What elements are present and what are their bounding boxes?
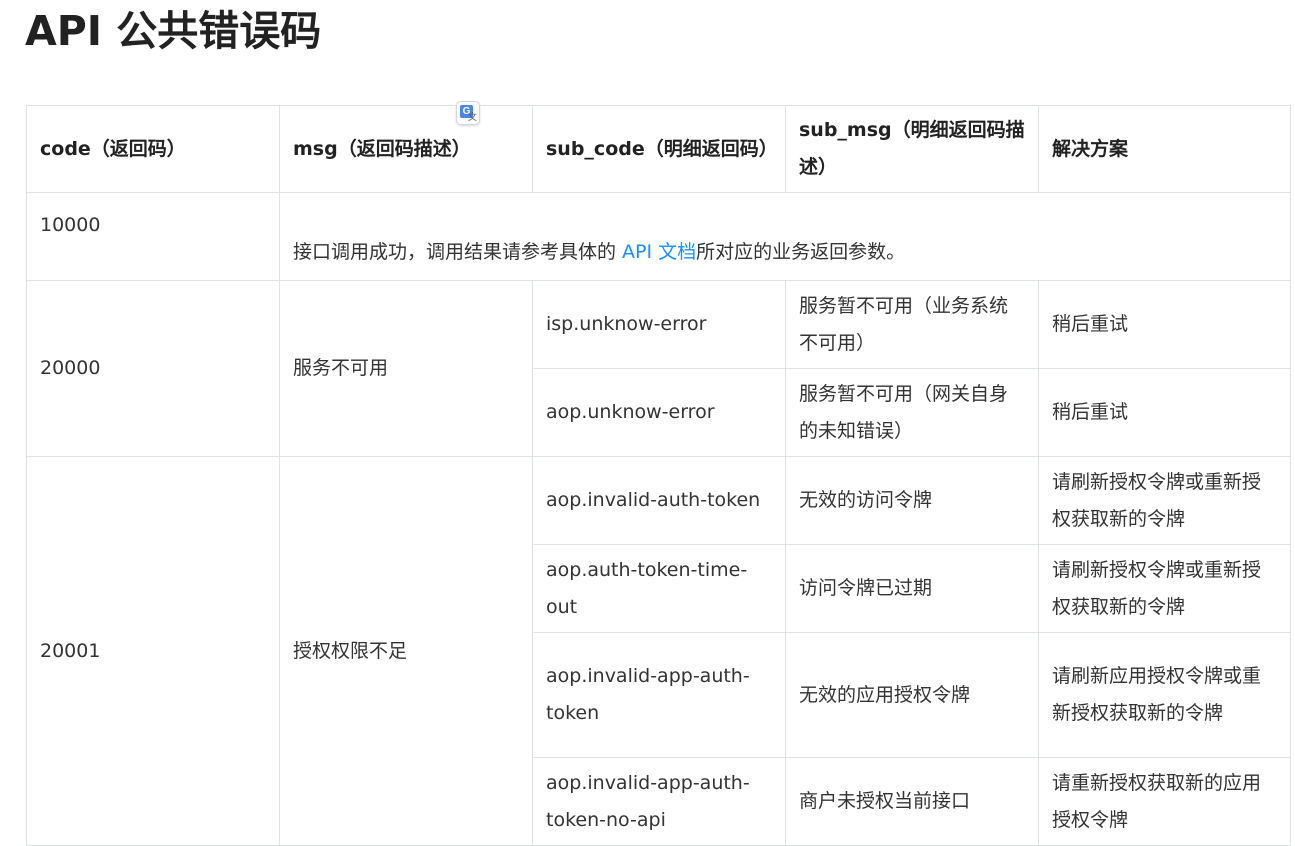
table-row: 20000 服务不可用 isp.unknow-error 服务暂不可用（业务系统… <box>26 280 1291 457</box>
sub-msg-cell: 服务暂不可用（业务系统不可用） <box>785 280 1039 369</box>
code-cell: 10000 <box>26 192 280 281</box>
code-cell: 20001 <box>26 456 280 846</box>
sub-code-cell: isp.unknow-error <box>532 280 786 369</box>
solution-cell: 稍后重试 <box>1038 368 1291 457</box>
description-text: 所对应的业务返回参数。 <box>696 241 906 263</box>
sub-code-cell: aop.invalid-app-auth-token-no-api <box>532 757 786 846</box>
table-header-row: code（返回码） msg（返回码描述） sub_code（明细返回码） sub… <box>26 105 1291 193</box>
error-code-table: code（返回码） msg（返回码描述） sub_code（明细返回码） sub… <box>26 105 1291 846</box>
sub-code-cell: aop.unknow-error <box>532 368 786 457</box>
sub-code-cell: aop.invalid-auth-token <box>532 456 786 545</box>
translate-icon[interactable]: G 文 <box>456 101 480 125</box>
success-description-cell: 接口调用成功，调用结果请参考具体的 API 文档所对应的业务返回参数。 <box>279 192 1291 281</box>
sub-msg-cell: 商户未授权当前接口 <box>785 757 1039 846</box>
header-sub-msg: sub_msg（明细返回码描述） <box>785 105 1039 193</box>
sub-code-cell: aop.auth-token-time-out <box>532 544 786 633</box>
sub-msg-cell: 服务暂不可用（网关自身的未知错误） <box>785 368 1039 457</box>
sub-msg-cell: 无效的应用授权令牌 <box>785 632 1039 758</box>
sub-msg-cell: 访问令牌已过期 <box>785 544 1039 633</box>
header-msg: msg（返回码描述） <box>279 105 533 193</box>
solution-cell: 请刷新应用授权令牌或重新授权获取新的令牌 <box>1038 632 1291 758</box>
sub-code-cell: aop.invalid-app-auth-token <box>532 632 786 758</box>
description-text: 接口调用成功，调用结果请参考具体的 <box>293 241 623 263</box>
header-solution: 解决方案 <box>1038 105 1291 193</box>
solution-cell: 稍后重试 <box>1038 280 1291 369</box>
msg-cell: 服务不可用 <box>279 280 533 457</box>
solution-cell: 请刷新授权令牌或重新授权获取新的令牌 <box>1038 544 1291 633</box>
solution-cell: 请重新授权获取新的应用授权令牌 <box>1038 757 1291 846</box>
msg-cell: 授权权限不足 <box>279 456 533 846</box>
header-code: code（返回码） <box>26 105 280 193</box>
sub-msg-cell: 无效的访问令牌 <box>785 456 1039 545</box>
page-title: API 公共错误码 <box>25 7 322 55</box>
header-sub-code: sub_code（明细返回码） <box>532 105 786 193</box>
api-doc-link[interactable]: API 文档 <box>622 241 696 263</box>
table-row: 10000 接口调用成功，调用结果请参考具体的 API 文档所对应的业务返回参数… <box>26 192 1291 281</box>
solution-cell: 请刷新授权令牌或重新授权获取新的令牌 <box>1038 456 1291 545</box>
table-row: 20001 授权权限不足 aop.invalid-auth-token 无效的访… <box>26 456 1291 846</box>
code-cell: 20000 <box>26 280 280 457</box>
